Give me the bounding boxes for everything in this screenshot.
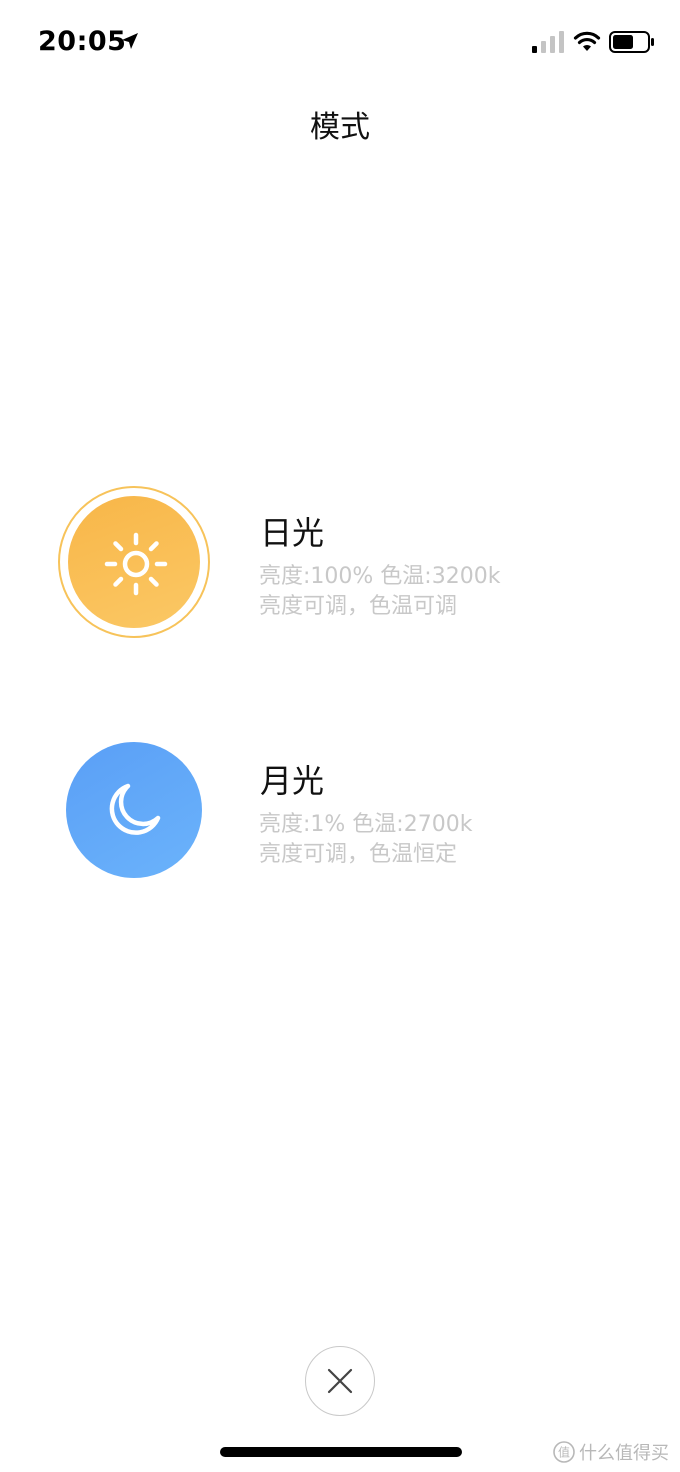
mode-item-daylight[interactable]: 日光 亮度:100% 色温:3200k 亮度可调，色温可调: [0, 486, 680, 646]
cellular-signal-icon: [532, 31, 564, 53]
status-time: 20:05: [38, 26, 127, 57]
mode-details-brightness-temp: 亮度:1% 色温:2700k: [259, 812, 473, 837]
home-indicator[interactable]: [220, 1447, 462, 1457]
mode-details-adjustability: 亮度可调，色温恒定: [259, 842, 458, 867]
daylight-icon-disc: [68, 496, 200, 628]
mode-title: 月光: [260, 762, 325, 800]
close-button[interactable]: [305, 1346, 375, 1416]
mode-details-adjustability: 亮度可调，色温可调: [259, 594, 458, 619]
page-title: 模式: [310, 110, 370, 145]
sun-icon: [104, 532, 168, 596]
wifi-icon: [573, 31, 601, 51]
location-arrow-icon: [122, 33, 138, 49]
watermark-logo-icon: 值: [553, 1441, 575, 1463]
daylight-mode-button[interactable]: [58, 486, 210, 638]
battery-icon: [609, 31, 654, 53]
mode-details-brightness-temp: 亮度:100% 色温:3200k: [259, 564, 501, 589]
mode-title: 日光: [260, 514, 325, 552]
moon-icon: [109, 783, 161, 835]
status-bar: 20:05: [0, 0, 680, 84]
svg-text:值: 值: [558, 1445, 570, 1460]
mode-item-moonlight[interactable]: 月光 亮度:1% 色温:2700k 亮度可调，色温恒定: [0, 734, 680, 894]
watermark-text: 什么值得买: [579, 1443, 669, 1464]
close-icon: [327, 1368, 353, 1394]
watermark: 值 什么值得买: [553, 1439, 669, 1465]
moonlight-mode-button[interactable]: [58, 734, 210, 886]
moonlight-icon-disc: [66, 742, 202, 878]
